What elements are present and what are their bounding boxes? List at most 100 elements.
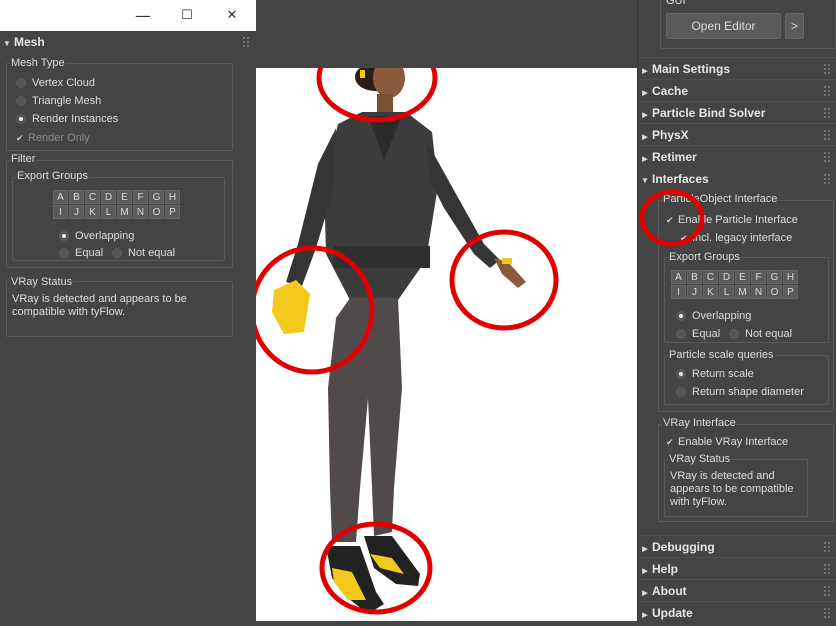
- viewport[interactable]: [256, 68, 637, 621]
- radio-return-shape-diameter[interactable]: Return shape diameter: [674, 385, 804, 399]
- rollout-header[interactable]: ▶ Cache: [638, 81, 836, 101]
- more-button[interactable]: >: [785, 13, 804, 39]
- mesh-rollout-title: Mesh: [14, 35, 45, 49]
- filter-label: Filter: [10, 153, 37, 166]
- rollout-header[interactable]: ▶ Update: [638, 603, 836, 623]
- export-group-letter-button[interactable]: K: [703, 285, 718, 299]
- tyflow-settings-panel: GUI Open Editor > ▼ Interfaces ParticleOb…: [637, 0, 836, 621]
- rollout-separator: [638, 535, 836, 536]
- radio-overlapping[interactable]: Overlapping: [57, 229, 134, 243]
- collapse-arrow-icon: ▶: [642, 156, 648, 163]
- vray-status-text: VRay is detected and appears to be compa…: [666, 468, 806, 511]
- rollout-header[interactable]: ▶ PhysX: [638, 125, 836, 145]
- checkmark-icon: ✔: [666, 438, 674, 448]
- export-group-letter-button[interactable]: C: [85, 190, 100, 204]
- export-group-letter-button[interactable]: B: [69, 190, 84, 204]
- rollout-separator: [638, 101, 836, 102]
- export-group-letter-button[interactable]: O: [149, 205, 164, 219]
- export-group-letter-button[interactable]: N: [751, 285, 766, 299]
- radio-label: Overlapping: [75, 230, 135, 242]
- rollout-separator: [638, 145, 836, 146]
- export-group-letter-button[interactable]: J: [69, 205, 84, 219]
- rollout-header[interactable]: ▶ Main Settings: [638, 59, 836, 79]
- radio-return-scale[interactable]: Return scale: [674, 367, 754, 381]
- rollout-title: Cache: [652, 84, 689, 98]
- export-group-letter-button[interactable]: L: [719, 285, 734, 299]
- radio-label: Vertex Cloud: [32, 77, 95, 89]
- radio-equal[interactable]: Equal: [57, 246, 103, 260]
- export-group-letter-button[interactable]: M: [117, 205, 132, 219]
- export-group-letter-button[interactable]: D: [101, 190, 116, 204]
- radio-triangle-mesh[interactable]: Triangle Mesh: [14, 94, 101, 108]
- drag-grip-icon[interactable]: [823, 85, 831, 97]
- render-only-checkbox[interactable]: ✔ Render Only: [16, 131, 90, 145]
- export-group-letter-button[interactable]: B: [687, 270, 702, 284]
- drag-grip-icon[interactable]: [823, 151, 831, 163]
- enable-vray-interface-checkbox[interactable]: ✔ Enable VRay Interface: [666, 435, 788, 449]
- rollout-separator: [638, 123, 836, 124]
- rollout-separator: [638, 557, 836, 558]
- export-group-letter-button[interactable]: F: [751, 270, 766, 284]
- export-group-letter-button[interactable]: F: [133, 190, 148, 204]
- drag-grip-icon[interactable]: [823, 541, 831, 553]
- rollout-header[interactable]: ▶ Debugging: [638, 537, 836, 557]
- mesh-type-label: Mesh Type: [10, 57, 66, 70]
- minimize-icon[interactable]: —: [133, 6, 153, 26]
- drag-grip-icon[interactable]: [823, 63, 831, 75]
- mesh-rollout-panel: ▼ Mesh Mesh Type Vertex Cloud Triangle Me…: [0, 31, 256, 621]
- radio-vertex-cloud[interactable]: Vertex Cloud: [14, 76, 95, 90]
- close-icon[interactable]: ✕: [222, 6, 242, 26]
- export-group-letter-button[interactable]: C: [703, 270, 718, 284]
- rollout-header[interactable]: ▶ About: [638, 581, 836, 601]
- radio-render-instances[interactable]: Render Instances: [14, 112, 118, 126]
- export-group-letter-button[interactable]: I: [53, 205, 68, 219]
- maximize-icon[interactable]: ☐: [177, 6, 197, 26]
- drag-grip-icon[interactable]: [823, 107, 831, 119]
- radio-dot-icon: [676, 387, 686, 397]
- export-group-letter-button[interactable]: H: [783, 270, 798, 284]
- radio-equal[interactable]: Equal: [674, 327, 720, 341]
- vray-status-text: VRay is detected and appears to be compa…: [8, 291, 208, 321]
- radio-dot-icon: [676, 329, 686, 339]
- rollout-header[interactable]: ▶ Help: [638, 559, 836, 579]
- rollout-separator: [638, 601, 836, 602]
- radio-label: Not equal: [128, 247, 176, 259]
- export-group-letter-button[interactable]: H: [165, 190, 180, 204]
- export-group-letter-button[interactable]: J: [687, 285, 702, 299]
- rollout-header[interactable]: ▶ Retimer: [638, 147, 836, 167]
- drag-grip-icon[interactable]: [823, 129, 831, 141]
- export-group-letter-button[interactable]: M: [735, 285, 750, 299]
- rollout-header[interactable]: ▶ Particle Bind Solver: [638, 103, 836, 123]
- export-group-letter-button[interactable]: A: [671, 270, 686, 284]
- drag-grip-icon[interactable]: [242, 36, 250, 48]
- character-render: [256, 68, 559, 615]
- export-group-letter-button[interactable]: K: [85, 205, 100, 219]
- export-group-letter-button[interactable]: I: [671, 285, 686, 299]
- mesh-window: — ☐ ✕ ▼ Mesh Mesh Type Vertex Cloud Trian…: [0, 0, 256, 621]
- collapse-arrow-icon: ▶: [642, 612, 648, 619]
- drag-grip-icon[interactable]: [823, 173, 831, 185]
- export-group-letter-button[interactable]: N: [133, 205, 148, 219]
- export-group-letter-button[interactable]: O: [767, 285, 782, 299]
- export-group-letter-button[interactable]: G: [767, 270, 782, 284]
- export-group-letter-button[interactable]: A: [53, 190, 68, 204]
- radio-dot-icon: [16, 96, 26, 106]
- rollout-separator: [638, 57, 836, 58]
- export-group-letter-button[interactable]: E: [117, 190, 132, 204]
- mesh-rollout-header[interactable]: ▼ Mesh: [0, 32, 256, 52]
- export-group-letter-button[interactable]: G: [149, 190, 164, 204]
- radio-not-equal[interactable]: Not equal: [110, 246, 175, 260]
- radio-label: Render Instances: [32, 113, 119, 125]
- drag-grip-icon[interactable]: [823, 607, 831, 619]
- radio-not-equal[interactable]: Not equal: [727, 327, 792, 341]
- drag-grip-icon[interactable]: [823, 585, 831, 597]
- export-group-letter-button[interactable]: P: [783, 285, 798, 299]
- export-group-letter-button[interactable]: E: [735, 270, 750, 284]
- radio-label: Equal: [692, 328, 721, 340]
- export-group-letter-button[interactable]: P: [165, 205, 180, 219]
- open-editor-button[interactable]: Open Editor: [666, 13, 781, 39]
- drag-grip-icon[interactable]: [823, 563, 831, 575]
- export-group-letter-button[interactable]: D: [719, 270, 734, 284]
- radio-overlapping[interactable]: Overlapping: [674, 309, 751, 323]
- export-group-letter-button[interactable]: L: [101, 205, 116, 219]
